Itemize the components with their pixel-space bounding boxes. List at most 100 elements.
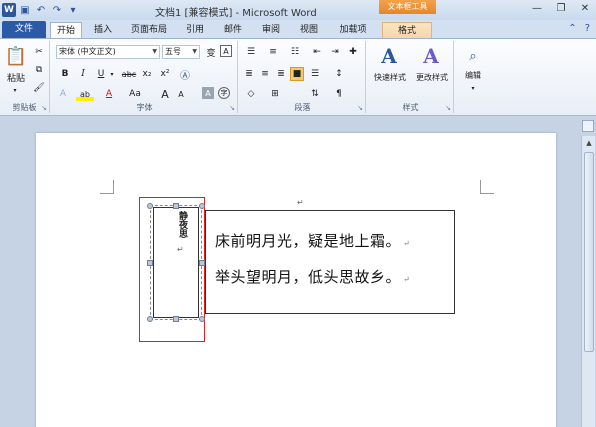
underline-dropdown-icon[interactable]: ▾ (108, 67, 116, 81)
minimize-icon[interactable]: — (528, 2, 546, 15)
undo-icon[interactable]: ↶ (34, 3, 48, 17)
chinese-layout-icon[interactable]: ✚ (346, 45, 360, 59)
paste-dropdown-icon[interactable]: ▾ (10, 85, 20, 95)
window-title: 文档1 [兼容模式] - Microsoft Word (155, 8, 317, 19)
sort-icon[interactable]: ⇅ (308, 87, 322, 101)
grow-font-button[interactable]: A (158, 87, 172, 101)
font-launcher-icon[interactable]: ↘ (229, 104, 235, 112)
minimize-ribbon-icon[interactable]: ⌃ (568, 23, 576, 34)
vertical-title-text[interactable]: 静夜思 (176, 211, 188, 238)
tab-home[interactable]: 开始 (50, 22, 82, 38)
vertical-scrollbar[interactable]: ▲ (581, 136, 595, 427)
cut-icon[interactable]: ✂ (32, 45, 46, 59)
resize-handle-b[interactable] (173, 316, 179, 322)
font-name-dropdown-icon[interactable]: ▼ (152, 46, 157, 58)
subscript-button[interactable]: x₂ (140, 67, 154, 81)
tab-insert[interactable]: 插入 (86, 22, 120, 38)
align-right-icon[interactable]: ≣ (274, 67, 288, 81)
multilevel-list-icon[interactable]: ☷ (288, 45, 302, 59)
enclose-char-icon[interactable]: 字 (218, 87, 230, 99)
italic-button[interactable]: I (76, 67, 90, 81)
format-painter-icon[interactable]: 🖌 (32, 81, 46, 95)
customize-qat-icon[interactable]: ▾ (66, 3, 80, 17)
resize-handle-tl[interactable] (147, 203, 153, 209)
pinyin-guide-icon[interactable]: 变 (204, 45, 218, 59)
paragraph-launcher-icon[interactable]: ↘ (357, 104, 363, 112)
styles-launcher-icon[interactable]: ↘ (445, 104, 451, 112)
bold-button[interactable]: B (58, 67, 72, 81)
help-icon[interactable]: ? (585, 23, 590, 34)
styles-label: 样式 (402, 103, 419, 112)
word-logo-icon[interactable]: W (2, 3, 16, 17)
tab-mailings[interactable]: 邮件 (216, 22, 250, 38)
tab-file[interactable]: 文件 (2, 21, 46, 38)
change-styles-icon[interactable]: A (420, 43, 442, 69)
shading-icon[interactable]: ◇ (244, 87, 258, 101)
close-icon[interactable]: ✕ (576, 2, 594, 15)
underline-button[interactable]: U (94, 67, 108, 81)
redo-icon[interactable]: ↷ (50, 3, 64, 17)
save-icon[interactable]: ▣ (18, 3, 32, 17)
decrease-indent-icon[interactable]: ⇤ (310, 45, 324, 59)
char-border-icon[interactable]: A (220, 45, 232, 57)
align-center-icon[interactable]: ≡ (258, 67, 272, 81)
text-effects-icon[interactable]: A (56, 87, 70, 101)
strikethrough-button[interactable]: abc (120, 67, 138, 81)
quick-styles-button[interactable]: 快速样式 (370, 71, 410, 83)
line-spacing-icon[interactable]: ↕ (332, 67, 346, 81)
font-group: 宋体 (中文正文) ▼ 五号 ▼ 变 A B I U ▾ abc x₂ x² Ⓐ… (52, 41, 238, 113)
align-left-icon[interactable]: ≣ (242, 67, 256, 81)
tab-view[interactable]: 视图 (292, 22, 326, 38)
distributed-icon[interactable]: ☰ (308, 67, 322, 81)
change-styles-button[interactable]: 更改样式 (412, 71, 452, 83)
font-name-combo[interactable]: 宋体 (中文正文) ▼ (56, 45, 160, 59)
clear-formatting-icon[interactable]: Ⓐ (178, 67, 192, 82)
highlight-button[interactable]: ab (76, 87, 94, 101)
vertical-return-mark: ↵ (177, 245, 184, 254)
view-ruler-button[interactable] (582, 120, 594, 132)
justify-icon[interactable]: ■ (290, 67, 304, 81)
paste-icon[interactable]: 📋 (4, 43, 28, 69)
poem-line-1[interactable]: 床前明月光，疑是地上霜。 ↵ (215, 230, 410, 251)
resize-handle-l[interactable] (147, 260, 153, 266)
char-shading-icon[interactable]: A (202, 87, 214, 99)
tab-page-layout[interactable]: 页面布局 (124, 22, 174, 38)
superscript-button[interactable]: x² (158, 67, 172, 81)
quick-styles-icon[interactable]: A (378, 43, 400, 69)
poem-line-2[interactable]: 举头望明月，低头思故乡。 ↵ (215, 266, 410, 287)
paragraph-mark: ↵ (297, 198, 304, 207)
resize-handle-br[interactable] (199, 316, 205, 322)
resize-handle-bl[interactable] (147, 316, 153, 322)
paragraph-group: ☰ ≡ ☷ ⇤ ⇥ ✚ ≣ ≡ ≣ ■ ☰ ↕ ◇ ⊞ ⇅ ¶ 段落 ↘ (240, 41, 366, 113)
font-size-dropdown-icon[interactable]: ▼ (192, 46, 197, 58)
font-size-combo[interactable]: 五号 ▼ (162, 45, 200, 59)
copy-icon[interactable]: ⧉ (32, 63, 46, 77)
ribbon: 📋 粘贴 ▾ ✂ ⧉ 🖌 剪贴板 ↘ 宋体 (中文正文) ▼ 五号 ▼ 变 A … (0, 38, 596, 116)
clipboard-group: 📋 粘贴 ▾ ✂ ⧉ 🖌 剪贴板 ↘ (0, 41, 50, 113)
borders-icon[interactable]: ⊞ (268, 87, 282, 101)
scroll-up-icon[interactable]: ▲ (583, 137, 595, 149)
find-binoculars-icon[interactable]: ⌕ (462, 45, 484, 67)
change-case-button[interactable]: Aa (126, 87, 144, 101)
paste-button[interactable]: 粘贴 (2, 71, 30, 84)
poem-line-2-text: 举头望明月，低头思故乡。 (215, 268, 402, 286)
tab-format[interactable]: 格式 (382, 22, 432, 38)
increase-indent-icon[interactable]: ⇥ (328, 45, 342, 59)
horizontal-textbox[interactable] (205, 210, 455, 314)
editing-button[interactable]: 编辑 (458, 69, 488, 81)
restore-icon[interactable]: ❐ (552, 2, 570, 15)
bullets-icon[interactable]: ☰ (244, 45, 258, 59)
tab-review[interactable]: 审阅 (254, 22, 288, 38)
tab-references[interactable]: 引用 (178, 22, 212, 38)
scroll-thumb[interactable] (584, 152, 594, 352)
show-marks-icon[interactable]: ¶ (332, 87, 346, 101)
window-controls: — ❐ ✕ (528, 2, 594, 15)
resize-handle-t[interactable] (173, 203, 179, 209)
tab-addins[interactable]: 加载项 (330, 22, 376, 38)
clipboard-launcher-icon[interactable]: ↘ (41, 104, 47, 112)
font-color-button[interactable]: A (102, 87, 116, 101)
editing-dropdown-icon[interactable]: ▾ (468, 83, 478, 93)
resize-handle-tr[interactable] (199, 203, 205, 209)
shrink-font-button[interactable]: A (174, 87, 188, 101)
numbering-icon[interactable]: ≡ (266, 45, 280, 59)
